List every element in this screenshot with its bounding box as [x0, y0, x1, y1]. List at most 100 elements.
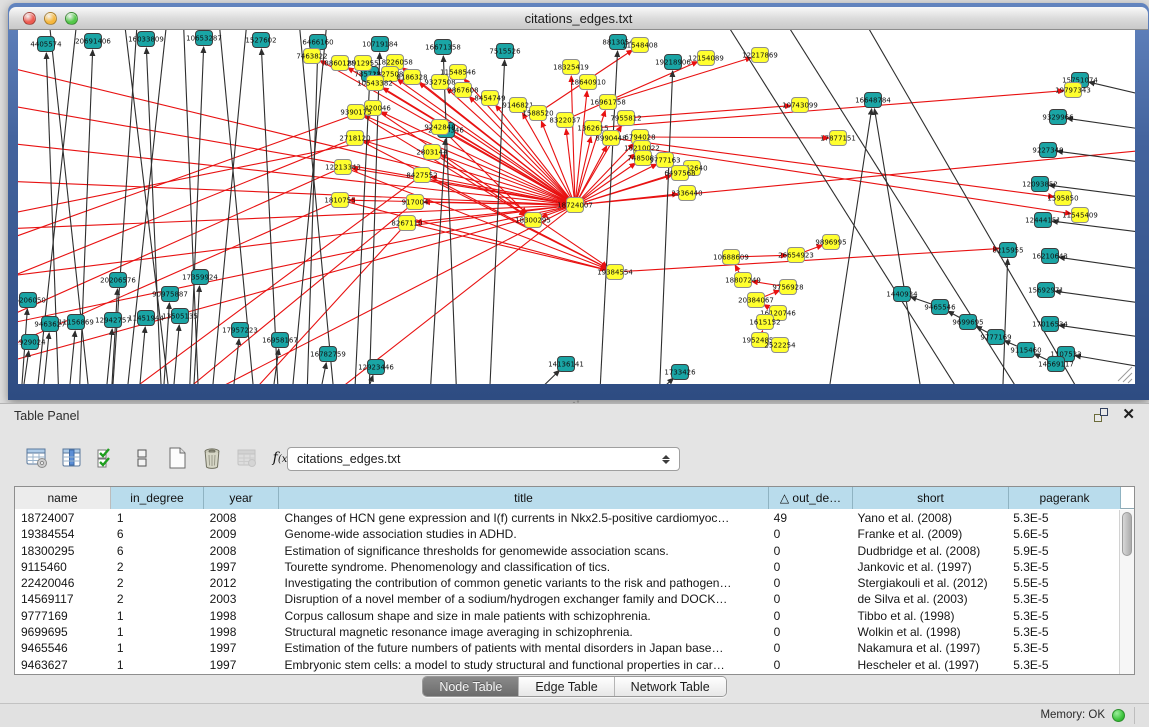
- graph-node[interactable]: 2803144: [416, 145, 448, 160]
- graph-node[interactable]: 7955812: [610, 111, 641, 126]
- svg-text:1440934: 1440934: [886, 291, 918, 299]
- select-all-columns-icon[interactable]: [94, 445, 120, 471]
- graph-node[interactable]: 16210643: [1032, 249, 1068, 264]
- delete-columns-icon[interactable]: [199, 445, 225, 471]
- graph-node[interactable]: 14136141: [548, 357, 584, 372]
- column-header-title[interactable]: title: [279, 487, 769, 509]
- network-canvas[interactable]: 4405574 20691406 16033809 10653287 1527602 64…: [18, 30, 1135, 384]
- graph-node[interactable]: 12444151: [1025, 213, 1061, 228]
- graph-node[interactable]: 1733426: [664, 365, 696, 380]
- svg-text:8322037: 8322037: [549, 117, 580, 125]
- svg-text:12942757: 12942757: [95, 317, 131, 325]
- column-header-name[interactable]: name: [15, 487, 111, 509]
- graph-node[interactable]: 9896995: [815, 235, 846, 250]
- table-row[interactable]: 946362711997Embryonic stem cells: a mode…: [15, 657, 1119, 673]
- svg-text:9896995: 9896995: [815, 239, 846, 247]
- table-row[interactable]: 1830029562008Estimation of significance …: [15, 543, 1119, 559]
- graph-node[interactable]: 16961758: [590, 95, 626, 110]
- svg-text:917004: 917004: [402, 199, 429, 207]
- graph-node[interactable]: 18325419: [553, 60, 589, 75]
- graph-node[interactable]: 15692971: [1028, 283, 1064, 298]
- column-header-year[interactable]: year: [204, 487, 279, 509]
- table-row[interactable]: 911546021997Tourette syndrome. Phenomeno…: [15, 559, 1119, 575]
- svg-text:12154089: 12154089: [688, 55, 724, 63]
- table-row[interactable]: 2242004622012Investigating the contribut…: [15, 575, 1119, 591]
- table-panel-titlebar: Table Panel ✕: [0, 404, 1149, 430]
- graph-node[interactable]: 16782759: [310, 347, 346, 362]
- graph-node[interactable]: 1595850: [1047, 191, 1078, 206]
- scrollbar-thumb[interactable]: [1122, 512, 1132, 556]
- graph-node[interactable]: 16671358: [425, 40, 461, 55]
- graph-node[interactable]: 20206576: [100, 273, 136, 288]
- svg-text:9227349: 9227349: [1032, 147, 1063, 155]
- graph-node[interactable]: 10688609: [713, 250, 749, 265]
- svg-text:18807249: 18807249: [725, 277, 761, 285]
- tab-node-table[interactable]: Node Table: [423, 677, 519, 696]
- graph-node[interactable]: 18640910: [570, 75, 606, 90]
- svg-text:10653287: 10653287: [186, 35, 222, 43]
- table-row[interactable]: 946554611997Estimation of the future num…: [15, 640, 1119, 656]
- graph-node[interactable]: 17016534: [1032, 317, 1068, 332]
- graph-node[interactable]: 1527602: [245, 33, 276, 48]
- column-header-short[interactable]: short: [853, 487, 1009, 509]
- graph-node[interactable]: 917004: [402, 195, 429, 210]
- show-columns-icon[interactable]: [59, 445, 85, 471]
- graph-edge: [24, 351, 29, 384]
- close-panel-icon[interactable]: ✕: [1122, 408, 1135, 422]
- graph-node[interactable]: 1440934: [886, 287, 918, 302]
- graph-edge: [293, 30, 327, 384]
- graph-node[interactable]: 12093852: [1022, 177, 1058, 192]
- table-mode-icon[interactable]: [24, 445, 50, 471]
- graph-node[interactable]: 25206050: [18, 293, 46, 308]
- import-table-icon[interactable]: [234, 445, 260, 471]
- create-column-icon[interactable]: [164, 445, 190, 471]
- graph-node[interactable]: 20691406: [75, 34, 111, 49]
- table-cell: Genome-wide association studies in ADHD.: [279, 526, 768, 542]
- graph-node[interactable]: 10653287: [186, 31, 222, 46]
- graph-node[interactable]: 16033809: [128, 32, 164, 47]
- graph-node[interactable]: 18807249: [725, 273, 761, 288]
- graph-node[interactable]: 11545409: [1062, 208, 1098, 223]
- graph-node[interactable]: 4405574: [30, 37, 62, 52]
- graph-node[interactable]: 6466160: [302, 35, 333, 50]
- table-row[interactable]: 1872400712008Changes of HCN gene express…: [15, 510, 1119, 526]
- table-row[interactable]: 977716911998Corpus callosum shape and si…: [15, 608, 1119, 624]
- graph-node[interactable]: 7515526: [489, 44, 521, 59]
- graph-node[interactable]: 17359924: [182, 270, 218, 285]
- graph-node[interactable]: 10719184: [362, 37, 398, 52]
- column-header-out_de[interactable]: △ out_de…: [769, 487, 853, 509]
- network-window-titlebar[interactable]: citations_edges.txt: [9, 7, 1148, 30]
- column-header-in_degree[interactable]: in_degree: [111, 487, 204, 509]
- graph-node[interactable]: 9465546: [924, 300, 956, 315]
- table-body: 1872400712008Changes of HCN gene express…: [15, 510, 1119, 674]
- graph-node[interactable]: 12942757: [95, 313, 131, 328]
- graph-node[interactable]: 8215955: [992, 243, 1023, 258]
- tab-network-table[interactable]: Network Table: [615, 677, 726, 696]
- column-header-pagerank[interactable]: pagerank: [1009, 487, 1121, 509]
- graph-node[interactable]: 17877151: [820, 131, 856, 146]
- table-cell: 5.3E-5: [1007, 559, 1119, 575]
- svg-text:17957223: 17957223: [222, 327, 258, 335]
- table-scrollbar[interactable]: [1119, 510, 1134, 674]
- graph-node[interactable]: 9329966: [1042, 110, 1074, 125]
- graph-node[interactable]: 16958167: [262, 333, 298, 348]
- unselect-all-columns-icon[interactable]: [129, 445, 155, 471]
- table-row[interactable]: 969969511998Structural magnetic resonanc…: [15, 624, 1119, 640]
- float-panel-icon[interactable]: [1094, 408, 1108, 422]
- graph-node[interactable]: 9756928: [772, 280, 803, 295]
- table-selector-dropdown[interactable]: citations_edges.txt: [287, 447, 680, 471]
- graph-node[interactable]: 12217869: [742, 48, 778, 63]
- table-cell: 22420046: [15, 575, 111, 591]
- svg-text:2336440: 2336440: [671, 190, 702, 198]
- table-row[interactable]: 1456911722003Disruption of a novel membe…: [15, 591, 1119, 607]
- tab-edge-table[interactable]: Edge Table: [519, 677, 614, 696]
- graph-edge: [107, 329, 112, 384]
- table-cell: 0: [768, 543, 852, 559]
- svg-text:10543382: 10543382: [357, 80, 393, 88]
- table-row[interactable]: 1938455462009Genome-wide association stu…: [15, 526, 1119, 542]
- graph-node[interactable]: 12923446: [358, 360, 394, 375]
- graph-node[interactable]: 2336440: [671, 186, 702, 201]
- graph-node[interactable]: 9227349: [1032, 143, 1063, 158]
- graph-node[interactable]: 8454749: [474, 91, 505, 106]
- svg-text:10743099: 10743099: [782, 102, 818, 110]
